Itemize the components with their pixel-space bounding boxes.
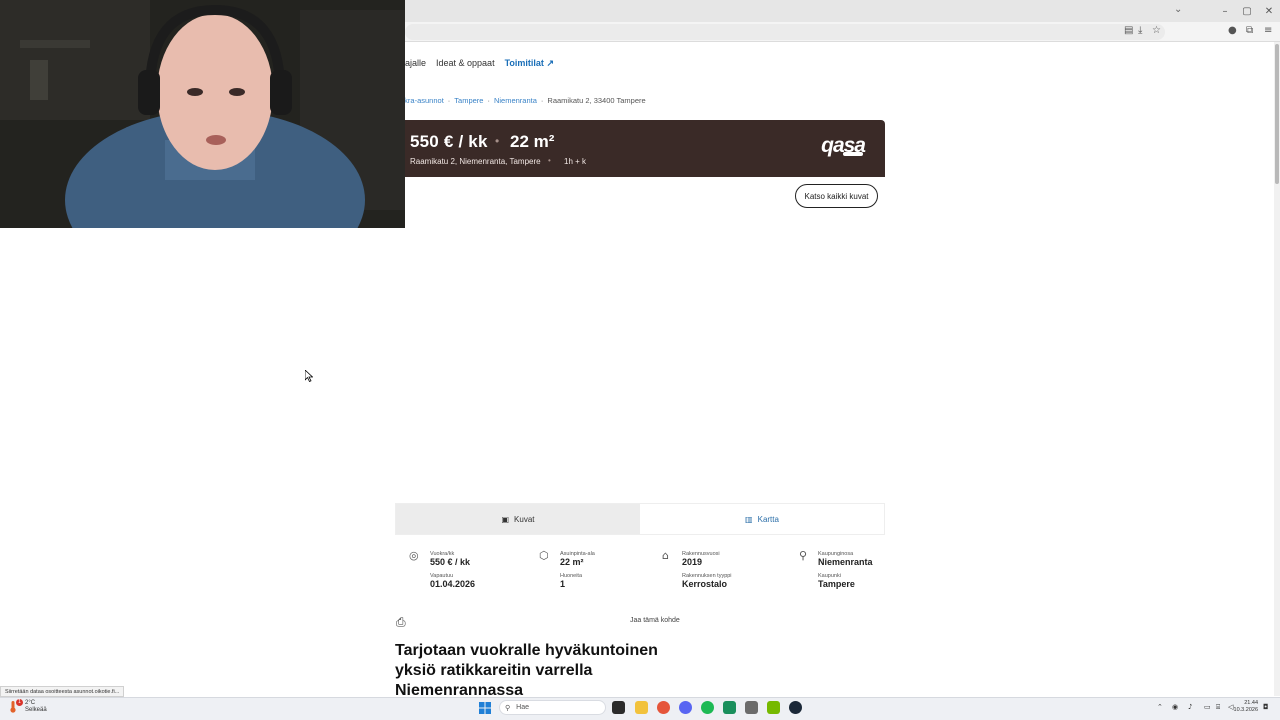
media-view-tabs: ▣ Kuvat ▥ Kartta — [395, 503, 885, 535]
tab-pictures-label: Kuvat — [514, 514, 535, 524]
fact-value: 1 — [560, 579, 566, 589]
listing-hero-banner: 550 € / kk • 22 m² Raamikatu 2, Niemenra… — [398, 120, 885, 177]
cube-icon: ⬡ — [539, 549, 549, 562]
network-icon[interactable]: ⌸ — [1216, 703, 1220, 712]
account-icon[interactable]: ● — [1228, 25, 1237, 36]
external-link-icon: ↗ — [546, 58, 554, 68]
breadcrumb-separator: · — [540, 96, 544, 105]
separator-dot: • — [495, 134, 500, 148]
breadcrumb-link[interactable]: Tampere — [454, 96, 483, 105]
breadcrumb: okra-asunnot · Tampere · Niemenranta · R… — [400, 96, 646, 105]
hero-rooms: 1h + k — [564, 157, 587, 166]
breadcrumb-separator: · — [487, 96, 490, 105]
fact-value: 2019 — [682, 557, 703, 567]
hero-address: Raamikatu 2, Niemenranta, Tampere — [410, 157, 541, 166]
browser-status-text: Siirretään dataa osoitteesta asunnot.oik… — [0, 686, 125, 697]
address-bar[interactable] — [405, 24, 1165, 40]
view-all-photos-button[interactable]: Katso kaikki kuvat — [795, 184, 878, 208]
fact-value: Niemenranta — [818, 557, 873, 567]
webcam-overlay — [0, 0, 405, 228]
weather-temp: 2°C — [25, 700, 36, 706]
notification-bell-icon[interactable]: ◘ — [1263, 703, 1269, 711]
image-icon: ▣ — [501, 514, 510, 524]
tray-chevron-icon[interactable]: ⌃ — [1157, 703, 1163, 711]
menu-icon[interactable]: ≡ — [1264, 25, 1272, 36]
app-icon[interactable] — [745, 701, 758, 714]
mouse-cursor-icon — [305, 370, 313, 382]
star-icon[interactable]: ☆ — [1152, 25, 1161, 36]
nav-item-ajalle[interactable]: ajalle — [405, 58, 426, 69]
task-view-icon[interactable] — [612, 701, 625, 714]
display-icon[interactable]: ▭ — [1204, 703, 1211, 711]
nvidia-icon[interactable] — [767, 701, 780, 714]
reader-icon[interactable]: ▤ — [1124, 25, 1133, 36]
maximize-icon[interactable]: ▢ — [1236, 0, 1258, 22]
spotify-icon[interactable] — [701, 701, 714, 714]
clock-time: 21.44 — [1244, 700, 1258, 706]
microphone-icon[interactable]: ♪ — [1188, 703, 1192, 711]
location-pin-icon: ⚲ — [799, 549, 808, 562]
breadcrumb-link[interactable]: okra-asunnot — [400, 96, 444, 105]
breadcrumb-separator: · — [447, 96, 451, 105]
breadcrumb-link[interactable]: Niemenranta — [494, 96, 537, 105]
fact-value: 01.04.2026 — [430, 579, 476, 589]
tab-pictures[interactable]: ▣ Kuvat — [396, 504, 640, 534]
steam-icon[interactable] — [789, 701, 802, 714]
discord-icon[interactable] — [679, 701, 692, 714]
weather-widget[interactable]: 2°C Selkeää — [25, 700, 47, 714]
fact-city: Kaupunki Tampere — [818, 573, 855, 589]
windows-start-icon[interactable] — [479, 702, 491, 714]
fact-building-type: Rakennuksen tyyppi Kerrostalo — [682, 573, 732, 589]
site-nav: ajalle Ideat & oppaat Toimitilat ↗ — [405, 58, 554, 69]
fact-value: 22 m² — [560, 557, 584, 567]
fact-value: Tampere — [818, 579, 855, 589]
fact-built-year: Rakennusvuosi 2019 — [682, 551, 720, 567]
tab-list-chevron-icon[interactable]: ⌄ — [1174, 4, 1182, 15]
download-icon[interactable]: ⤓ — [1138, 25, 1142, 36]
hero-area: 22 m² — [510, 132, 555, 151]
euro-coin-icon: ◎ — [409, 549, 419, 562]
qasa-logo-badge — [843, 152, 863, 156]
file-explorer-icon[interactable] — [635, 701, 648, 714]
fact-available: Vapautuu 01.04.2026 — [430, 573, 475, 589]
close-icon[interactable]: ✕ — [1258, 0, 1280, 22]
separator-dot: • — [548, 156, 551, 165]
notification-badge: 1 — [16, 699, 23, 706]
nav-item-ideas[interactable]: Ideat & oppaat — [436, 58, 495, 69]
clock-date: 10.3.2026 — [1233, 707, 1258, 713]
tab-map[interactable]: ▥ Kartta — [640, 504, 884, 534]
tab-map-label: Kartta — [757, 514, 779, 524]
weather-desc: Selkeää — [25, 707, 47, 713]
taskbar-search[interactable]: ⚲ Hae — [499, 700, 606, 715]
search-icon: ⚲ — [505, 703, 511, 712]
minimize-icon[interactable]: – — [1214, 0, 1236, 22]
listing-headline: Tarjotaan vuokralle hyväkuntoinen yksiö … — [395, 642, 658, 699]
tray-app-icon[interactable]: ◉ — [1172, 703, 1178, 711]
hero-price: 550 € / kk — [410, 132, 488, 151]
fact-area: Asuinpinta-ala 22 m² — [560, 551, 595, 567]
webcam-feed-image — [0, 0, 405, 228]
window-controls: – ▢ ✕ — [1214, 0, 1280, 22]
firefox-icon[interactable] — [657, 701, 670, 714]
search-placeholder: Hae — [516, 704, 529, 711]
fact-value: Kerrostalo — [682, 579, 728, 589]
fact-rooms: Huoneita 1 — [560, 573, 582, 589]
extensions-icon[interactable]: ⧉ — [1246, 25, 1253, 36]
app-icon[interactable] — [723, 701, 736, 714]
fact-district: Kaupunginosa Niemenranta — [818, 551, 873, 567]
nav-item-toimitilat[interactable]: Toimitilat ↗ — [505, 58, 554, 69]
fact-rent: Vuokra/kk 550 € / kk — [430, 551, 470, 567]
print-icon[interactable]: ⎙ — [396, 615, 406, 630]
breadcrumb-current: Raamikatu 2, 33400 Tampere — [547, 96, 646, 105]
map-icon: ▥ — [745, 514, 753, 524]
taskbar-clock[interactable]: 21.44 10.3.2026 — [1234, 700, 1258, 714]
fact-value: 550 € / kk — [430, 557, 471, 567]
share-link[interactable]: Jaa tämä kohde — [630, 617, 680, 624]
house-icon: ⌂ — [662, 549, 669, 562]
scrollbar-thumb[interactable] — [1275, 44, 1279, 184]
